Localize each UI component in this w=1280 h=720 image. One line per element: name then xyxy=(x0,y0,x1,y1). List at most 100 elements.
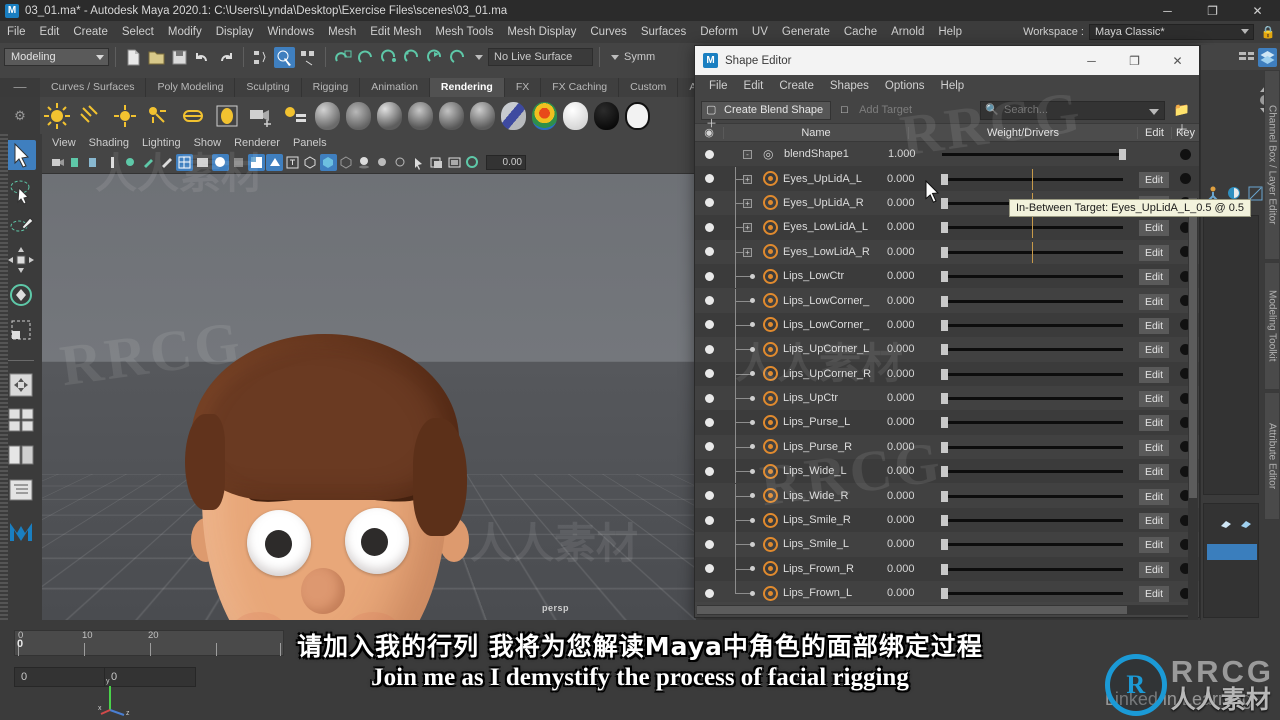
layer-options-icon[interactable] xyxy=(1239,518,1253,530)
shelf-tab-rigging[interactable]: Rigging xyxy=(301,78,361,97)
row-visibility-toggle[interactable] xyxy=(695,564,723,574)
weight-slider-handle[interactable] xyxy=(941,295,948,307)
select-tool-icon[interactable] xyxy=(6,140,36,170)
snap-view-icon[interactable] xyxy=(425,47,446,68)
camera-icon[interactable] xyxy=(245,100,277,132)
row-weight-slider[interactable] xyxy=(936,142,1137,166)
menu-create[interactable]: Create xyxy=(66,21,115,43)
row-visibility-toggle[interactable] xyxy=(695,539,723,549)
row-weight-slider[interactable] xyxy=(935,215,1137,239)
row-weight-value[interactable]: 0.000 xyxy=(887,416,935,428)
search-box[interactable]: 🔍 xyxy=(980,100,1165,120)
render-region-icon[interactable] xyxy=(140,154,157,171)
menu-edit-mesh[interactable]: Edit Mesh xyxy=(363,21,428,43)
row-weight-slider[interactable] xyxy=(935,313,1137,337)
row-visibility-toggle[interactable] xyxy=(695,247,723,257)
paint-icon[interactable] xyxy=(158,154,175,171)
expander-icon[interactable]: - xyxy=(743,150,752,160)
mat-layered-icon[interactable] xyxy=(439,101,464,130)
menu-mesh[interactable]: Mesh xyxy=(321,21,363,43)
row-weight-slider[interactable] xyxy=(935,264,1137,288)
inbetween-marker[interactable] xyxy=(1032,241,1033,263)
tab-channel-box-layer-editor[interactable]: Channel Box / Layer Editor xyxy=(1264,70,1280,260)
weight-slider-handle[interactable] xyxy=(941,466,948,478)
shelf-options-icon[interactable]: ⚙ xyxy=(0,97,40,134)
shelf-tab-sculpting[interactable]: Sculpting xyxy=(235,78,302,97)
edit-button[interactable]: Edit xyxy=(1138,415,1170,432)
range-start-field[interactable]: 0 xyxy=(14,667,106,687)
table-row[interactable]: Lips_Frown_L 0.000 Edit xyxy=(695,581,1199,602)
row-weight-value[interactable]: 0.000 xyxy=(887,343,935,355)
weight-slider-handle[interactable] xyxy=(941,319,948,331)
column-edit[interactable]: Edit xyxy=(1137,126,1171,139)
chevron-down-icon[interactable] xyxy=(1149,108,1159,115)
menu-curves[interactable]: Curves xyxy=(583,21,633,43)
ipr-icon[interactable] xyxy=(122,154,139,171)
shape-editor-vertical-scrollbar[interactable] xyxy=(1188,198,1198,646)
row-visibility-toggle[interactable] xyxy=(695,296,723,306)
search-input[interactable] xyxy=(1000,104,1148,116)
mat-anisotropic-icon[interactable] xyxy=(408,101,433,130)
paint-select-tool-icon[interactable] xyxy=(6,210,36,240)
weight-slider-handle[interactable] xyxy=(941,271,948,283)
shape-editor-menu-edit[interactable]: Edit xyxy=(736,75,772,97)
row-weight-slider[interactable] xyxy=(935,410,1137,434)
row-weight-value[interactable]: 0.000 xyxy=(887,221,935,233)
row-visibility-toggle[interactable] xyxy=(695,369,723,379)
snapshot-icon[interactable] xyxy=(428,154,445,171)
shape-editor-menu-file[interactable]: File xyxy=(701,75,736,97)
row-weight-slider[interactable] xyxy=(935,240,1137,264)
row-weight-value[interactable]: 0.000 xyxy=(887,319,935,331)
row-weight-value[interactable]: 0.000 xyxy=(887,587,935,599)
text-icon[interactable] xyxy=(284,154,301,171)
edit-button[interactable]: Edit xyxy=(1138,366,1170,383)
row-weight-value[interactable]: 0.000 xyxy=(887,514,935,526)
weight-slider-handle[interactable] xyxy=(1119,149,1127,161)
row-weight-value[interactable]: 0.000 xyxy=(887,270,935,282)
table-row[interactable]: + Eyes_UpLidA_L 0.000 Edit xyxy=(695,166,1199,191)
row-edit-cell[interactable]: Edit xyxy=(1137,511,1171,530)
table-row[interactable]: Lips_UpCorner_L 0.000 Edit xyxy=(695,337,1199,362)
row-visibility-toggle[interactable] xyxy=(695,417,723,427)
row-edit-cell[interactable]: Edit xyxy=(1137,535,1171,554)
row-weight-slider[interactable] xyxy=(935,484,1137,508)
lock-icon[interactable]: 🔒 xyxy=(1260,24,1276,40)
table-row[interactable]: Lips_UpCtr 0.000 Edit xyxy=(695,385,1199,411)
mat-blinn-icon[interactable] xyxy=(315,101,340,130)
channel-box-icon[interactable] xyxy=(1237,48,1256,67)
weight-slider-track[interactable] xyxy=(941,397,1123,401)
row-edit-cell[interactable]: Edit xyxy=(1137,340,1171,359)
mat-heatmap-icon[interactable] xyxy=(532,101,557,130)
layer-row-selected[interactable] xyxy=(1207,544,1257,560)
gamma-field[interactable]: 0.00 xyxy=(486,155,526,170)
row-key-button[interactable] xyxy=(1171,148,1199,160)
snap-curve-icon[interactable] xyxy=(356,47,377,68)
shelf-tab-rendering[interactable]: Rendering xyxy=(429,78,505,97)
row-visibility-toggle[interactable] xyxy=(695,344,723,354)
edit-button[interactable]: Edit xyxy=(1138,269,1170,286)
row-weight-slider[interactable] xyxy=(935,435,1137,459)
weight-slider-handle[interactable] xyxy=(941,344,948,356)
menu-modify[interactable]: Modify xyxy=(161,21,209,43)
row-edit-cell[interactable]: Edit xyxy=(1137,365,1171,383)
aosettings-icon[interactable] xyxy=(374,154,391,171)
weight-slider-handle[interactable] xyxy=(941,197,948,209)
snap-projectcenter-icon[interactable] xyxy=(402,47,423,68)
table-row[interactable]: + Eyes_LowLidA_L 0.000 Edit xyxy=(695,215,1199,240)
row-edit-cell[interactable]: Edit xyxy=(1137,389,1171,408)
weight-slider-handle[interactable] xyxy=(941,222,948,234)
mat-ramp-icon[interactable] xyxy=(501,101,526,130)
table-row[interactable]: Lips_Wide_L 0.000 Edit xyxy=(695,459,1199,484)
use-lights-icon[interactable] xyxy=(266,154,283,171)
column-weight-drivers[interactable]: Weight/Drivers xyxy=(908,126,1137,139)
lasso-select-tool-icon[interactable] xyxy=(6,175,36,205)
mat-black-icon[interactable] xyxy=(594,101,619,130)
edit-button[interactable]: Edit xyxy=(1138,171,1170,188)
table-row[interactable]: Lips_LowCtr 0.000 Edit xyxy=(695,263,1199,289)
scale-tool-icon[interactable] xyxy=(6,315,36,345)
table-row[interactable]: Lips_Smile_R 0.000 Edit xyxy=(695,507,1199,533)
shadows-icon[interactable] xyxy=(356,154,373,171)
row-key-button[interactable] xyxy=(1171,173,1199,185)
table-row[interactable]: Lips_Smile_L 0.000 Edit xyxy=(695,532,1199,557)
shaded-icon[interactable] xyxy=(212,154,229,171)
